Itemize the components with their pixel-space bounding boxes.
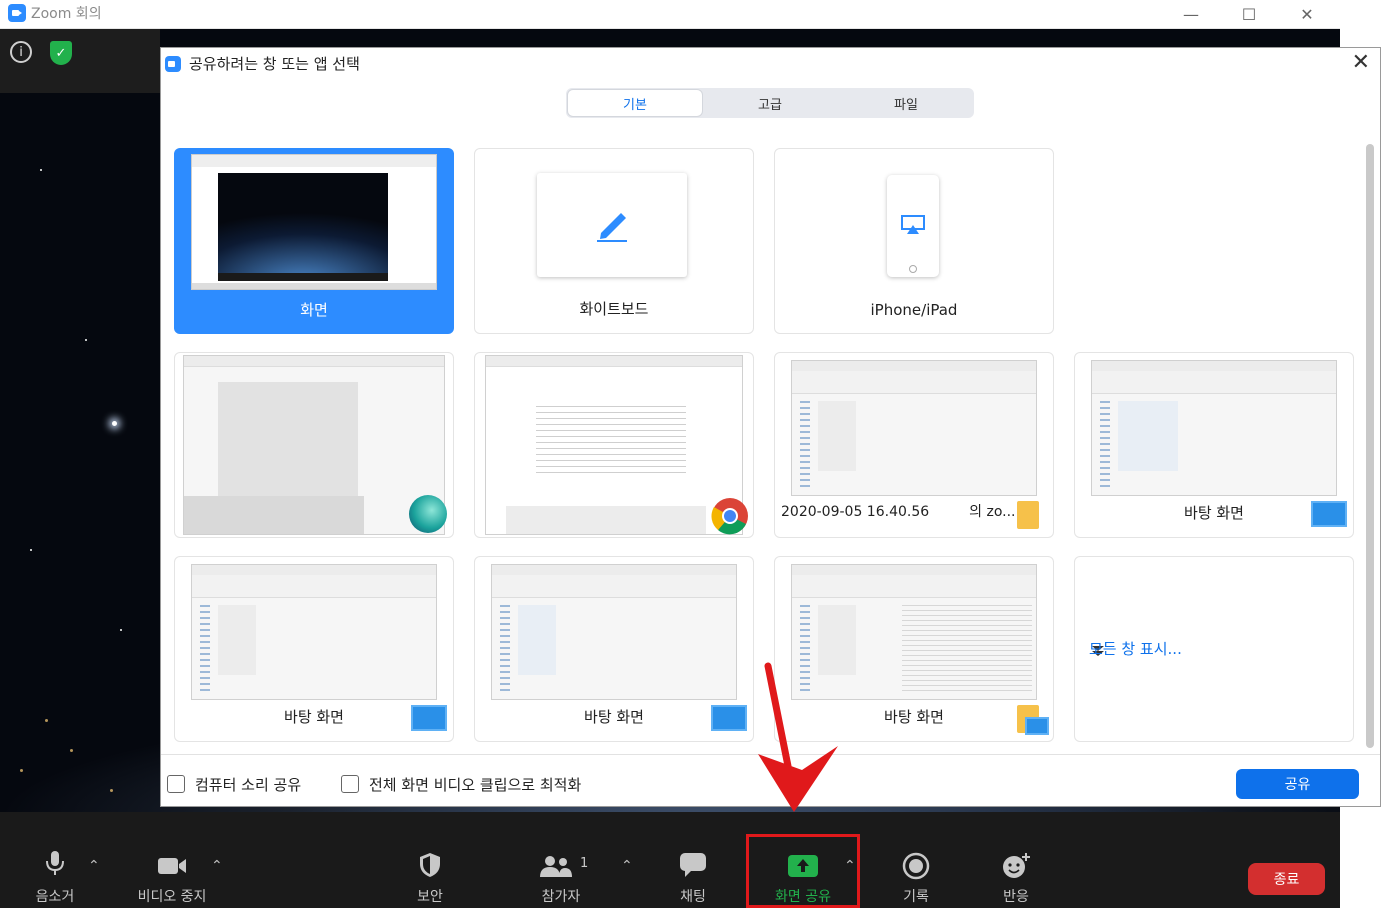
share-button[interactable]: 공유 (1236, 769, 1359, 799)
window-thumbnail (485, 355, 743, 535)
city-light (45, 719, 48, 722)
share-window-whale-browser[interactable] (174, 352, 454, 538)
red-arrow-annotation (758, 662, 838, 812)
city-light (20, 769, 23, 772)
window-thumbnail (491, 564, 737, 700)
share-option-whiteboard[interactable]: 화이트보드 (474, 148, 754, 334)
city-light (110, 789, 113, 792)
tab-files[interactable]: 파일 (838, 88, 974, 118)
folder-icon (1017, 501, 1039, 529)
reactions-button[interactable]: 반응 (986, 812, 1046, 908)
record-icon (902, 852, 930, 880)
shield-icon (420, 853, 440, 877)
end-meeting-button[interactable]: 종료 (1248, 863, 1325, 895)
tab-basic[interactable]: 기본 (567, 89, 703, 117)
minimize-button[interactable]: — (1168, 0, 1214, 28)
window-thumbnail (791, 360, 1037, 496)
reactions-label: 반응 (1003, 889, 1029, 905)
dialog-title: 공유하려는 창 또는 앱 선택 (189, 55, 360, 73)
zoom-dialog-icon (165, 56, 181, 72)
share-window-folder[interactable]: 2020-09-05 16.40.56 의 zo... (774, 352, 1054, 538)
share-option-iphone-ipad[interactable]: iPhone/iPad (774, 148, 1054, 334)
participants-options-caret[interactable]: ⌃ (621, 858, 633, 874)
participants-label: 참가자 (541, 889, 581, 905)
whale-browser-icon (409, 495, 447, 533)
emoji-add-icon (1003, 853, 1030, 878)
window-close-button[interactable]: ✕ (1284, 0, 1330, 28)
computer-sound-checkbox[interactable] (167, 775, 185, 793)
screen-label: 화면 (300, 301, 328, 319)
maximize-button[interactable]: ☐ (1226, 0, 1272, 28)
microphone-icon (46, 851, 64, 875)
chrome-icon (711, 498, 748, 535)
chat-button[interactable]: 채팅 (663, 812, 723, 908)
audio-options-caret[interactable]: ⌃ (88, 858, 100, 874)
airplay-icon (901, 215, 925, 234)
computer-sound-label: 컴퓨터 소리 공유 (195, 776, 302, 794)
phone-preview (887, 175, 939, 277)
info-icon[interactable]: i (10, 41, 32, 63)
pencil-icon (597, 213, 627, 242)
record-button[interactable]: 기록 (886, 812, 946, 908)
share-tabs: 기본 고급 파일 (566, 88, 974, 118)
desktop-icon (411, 705, 447, 731)
dialog-close-button[interactable]: ✕ (1352, 50, 1370, 75)
dialog-scrollbar[interactable] (1366, 144, 1374, 748)
chat-bubble-icon (680, 853, 706, 877)
meeting-top-bar: i ✓ (0, 29, 160, 93)
tab-advanced[interactable]: 고급 (702, 88, 838, 118)
encryption-shield-icon[interactable]: ✓ (50, 41, 72, 65)
chat-label: 채팅 (680, 889, 706, 905)
folder-window-label: 2020-09-05 16.40.56 의 zo... (781, 504, 1016, 520)
mute-button[interactable]: 음소거 (18, 812, 92, 908)
whiteboard-preview (537, 173, 687, 277)
share-window-chrome[interactable] (474, 352, 754, 538)
city-light (70, 749, 73, 752)
participants-button[interactable]: 1 참가자 (528, 812, 594, 908)
share-window-desktop-1[interactable]: 바탕 화면 (1074, 352, 1354, 538)
participants-icon (540, 856, 572, 877)
mute-label: 음소거 (35, 889, 75, 905)
window-title: Zoom 회의 (31, 6, 102, 22)
star (40, 169, 42, 171)
video-options-caret[interactable]: ⌃ (211, 858, 223, 874)
star (85, 339, 87, 341)
participants-count: 1 (580, 856, 589, 871)
optimize-video-label: 전체 화면 비디오 클립으로 최적화 (369, 776, 582, 794)
desktop-icon (1311, 501, 1347, 527)
desktop-icon (1025, 717, 1049, 735)
meeting-toolbar: 음소거 ⌃ 비디오 중지 ⌃ 보안 1 참가자 ⌃ 채팅 화면 공유 ⌃ 기록 … (0, 812, 1340, 908)
desktop-icon (711, 705, 747, 731)
stop-video-label: 비디오 중지 (137, 889, 207, 905)
share-screen-highlight (746, 834, 860, 908)
share-window-desktop-3[interactable]: 바탕 화면 (474, 556, 754, 742)
star (30, 549, 32, 551)
title-bar: Zoom 회의 — ☐ ✕ (0, 0, 1340, 29)
video-camera-icon (158, 858, 186, 874)
window-thumbnail (191, 564, 437, 700)
record-label: 기록 (903, 889, 929, 905)
whiteboard-label: 화이트보드 (579, 300, 649, 318)
share-window-desktop-2[interactable]: 바탕 화면 (174, 556, 454, 742)
security-label: 보안 (417, 889, 443, 905)
stop-video-button[interactable]: 비디오 중지 (122, 812, 222, 908)
star (112, 421, 117, 426)
zoom-app-icon (8, 4, 26, 22)
show-all-windows-link[interactable]: 모든 창 표시... (1089, 638, 1182, 659)
window-thumbnail (1091, 360, 1337, 496)
iphone-ipad-label: iPhone/iPad (870, 301, 958, 319)
screen-thumbnail (191, 154, 437, 290)
window-thumbnail (183, 355, 445, 535)
share-option-screen[interactable]: 화면 (174, 148, 454, 334)
security-button[interactable]: 보안 (395, 812, 465, 908)
optimize-video-checkbox[interactable] (341, 775, 359, 793)
star (120, 629, 122, 631)
